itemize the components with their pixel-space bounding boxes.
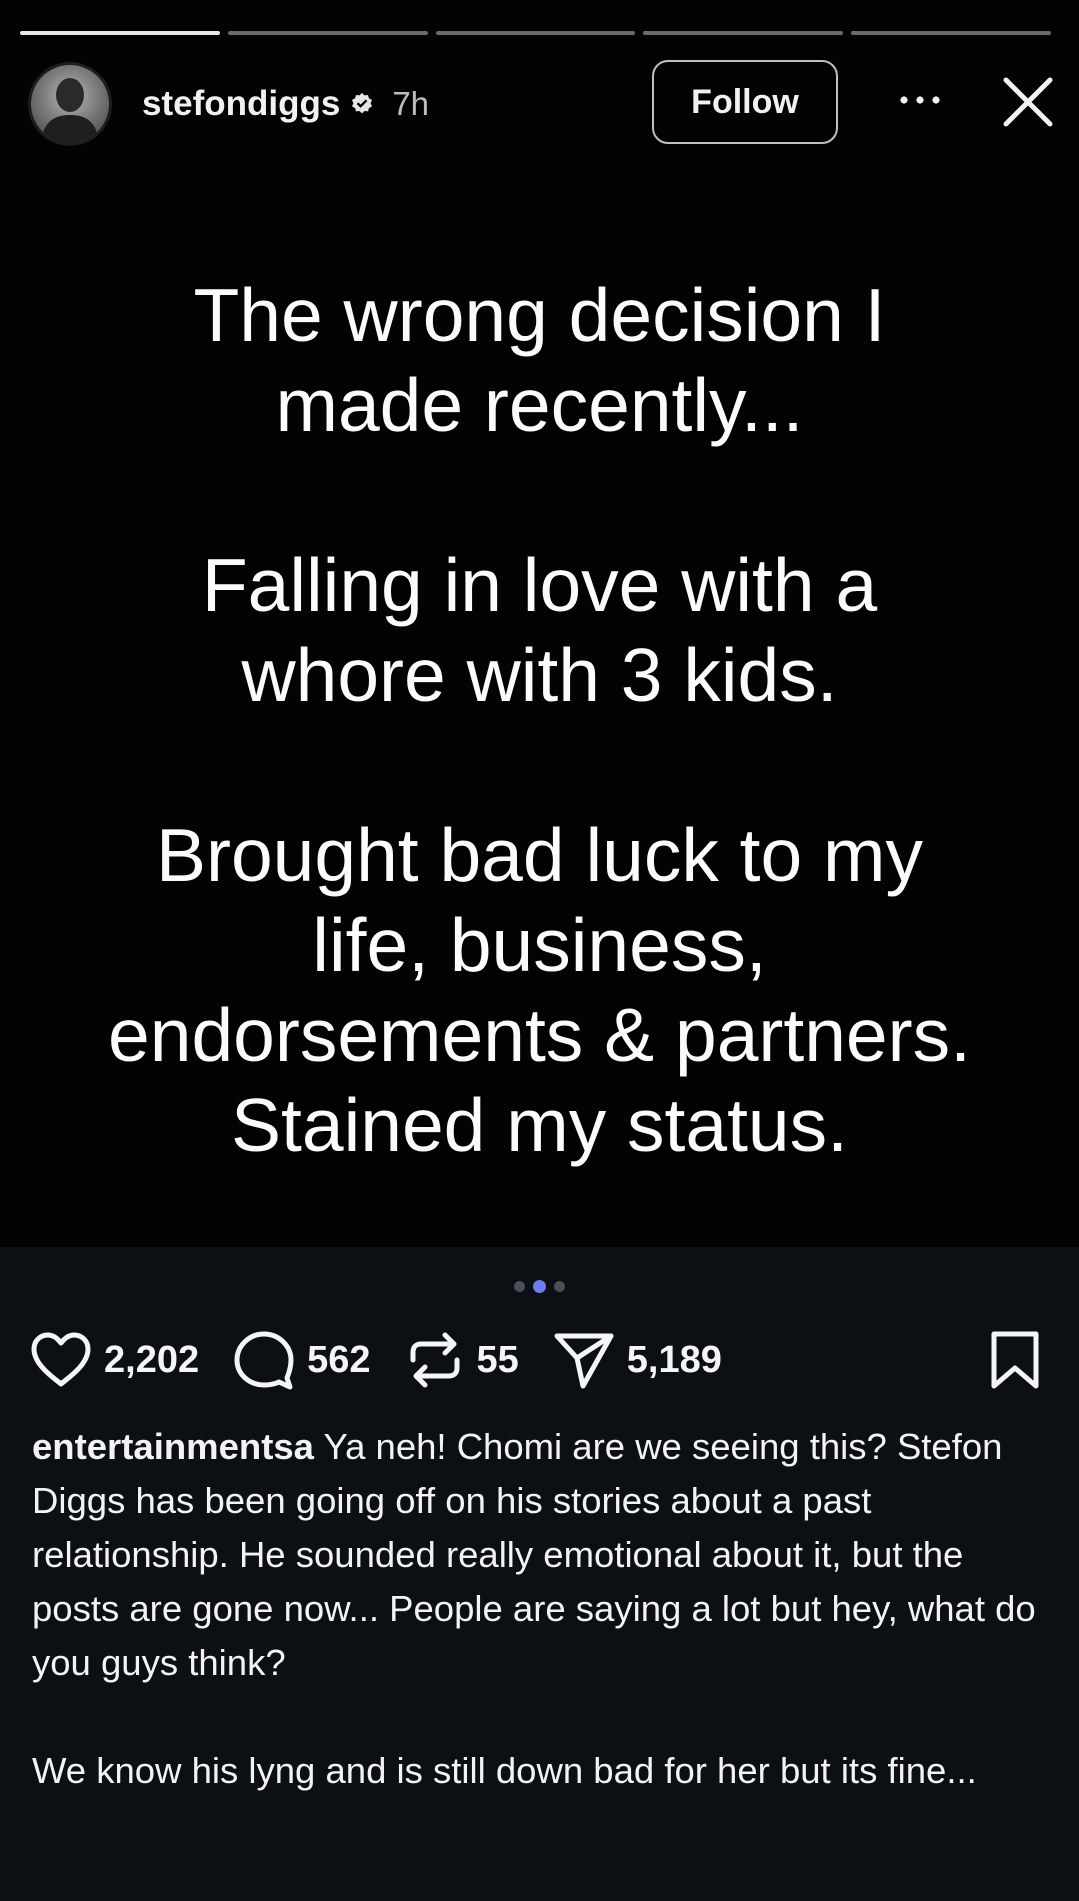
story-timestamp: 7h [392, 85, 430, 122]
comment-icon [234, 1331, 294, 1390]
carousel-indicator [0, 1280, 1079, 1293]
heart-icon [31, 1332, 91, 1387]
story-text-line: Brought bad luck to my [155, 813, 924, 897]
story-text-line: whore with 3 kids. [241, 633, 838, 717]
post-caption: entertainmentsa Ya neh! Chomi are we see… [32, 1420, 1059, 1852]
follow-button[interactable]: Follow [652, 60, 838, 144]
close-icon[interactable] [1002, 76, 1054, 128]
avatar[interactable] [28, 62, 112, 146]
more-options-icon[interactable] [894, 88, 946, 112]
caption-username[interactable]: entertainmentsa [32, 1426, 314, 1467]
share-icon [554, 1333, 614, 1389]
repost-icon [410, 1332, 459, 1388]
story-text-line: endorsements & partners. [108, 993, 971, 1077]
story-text-line: Stained my status. [231, 1083, 848, 1167]
progress-segment [435, 31, 636, 35]
story-text: The wrong decision I made recently... Fa… [40, 270, 1039, 1260]
caption-text: We know his lyng and is still down bad f… [32, 1750, 977, 1791]
post-action-bar: 2,202 562 55 5,189 [30, 1320, 1049, 1400]
story-text-line: The wrong decision I [193, 273, 886, 357]
story-text-line: made recently... [275, 363, 804, 447]
story-text-block: Brought bad luck to my life, business, e… [40, 810, 1039, 1170]
verified-badge-icon [352, 93, 373, 114]
carousel-dot-active [533, 1280, 546, 1293]
story-username[interactable]: stefondiggs [142, 84, 340, 124]
carousel-dot [554, 1281, 565, 1292]
like-button[interactable]: 2,202 [30, 1332, 199, 1388]
repost-count: 55 [476, 1338, 519, 1381]
progress-segment [20, 31, 220, 35]
share-count: 5,189 [626, 1338, 722, 1381]
progress-segment [643, 31, 844, 35]
progress-segment [227, 31, 428, 35]
comment-count: 562 [307, 1338, 371, 1381]
story-text-line: Falling in love with a [201, 543, 878, 627]
story-text-line: life, business, [312, 903, 767, 987]
story-text-block: Falling in love with a whore with 3 kids… [40, 540, 1039, 720]
repost-button[interactable]: 55 [405, 1330, 519, 1390]
share-button[interactable]: 5,189 [553, 1330, 722, 1390]
person-silhouette-icon [41, 78, 99, 143]
comment-button[interactable]: 562 [233, 1330, 371, 1390]
story-progress-bar [20, 31, 1051, 35]
like-count: 2,202 [104, 1338, 200, 1381]
story-text-block: The wrong decision I made recently... [40, 270, 1039, 450]
story-header: stefondiggs 7h Follow [28, 58, 1059, 150]
carousel-dot [514, 1281, 525, 1292]
bookmark-icon[interactable] [989, 1330, 1041, 1390]
caption-paragraph: We know his lyng and is still down bad f… [32, 1744, 1059, 1798]
caption-paragraph: entertainmentsa Ya neh! Chomi are we see… [32, 1420, 1059, 1690]
story-viewer[interactable]: stefondiggs 7h Follow The wrong decision… [0, 0, 1079, 1247]
progress-segment [851, 31, 1051, 35]
